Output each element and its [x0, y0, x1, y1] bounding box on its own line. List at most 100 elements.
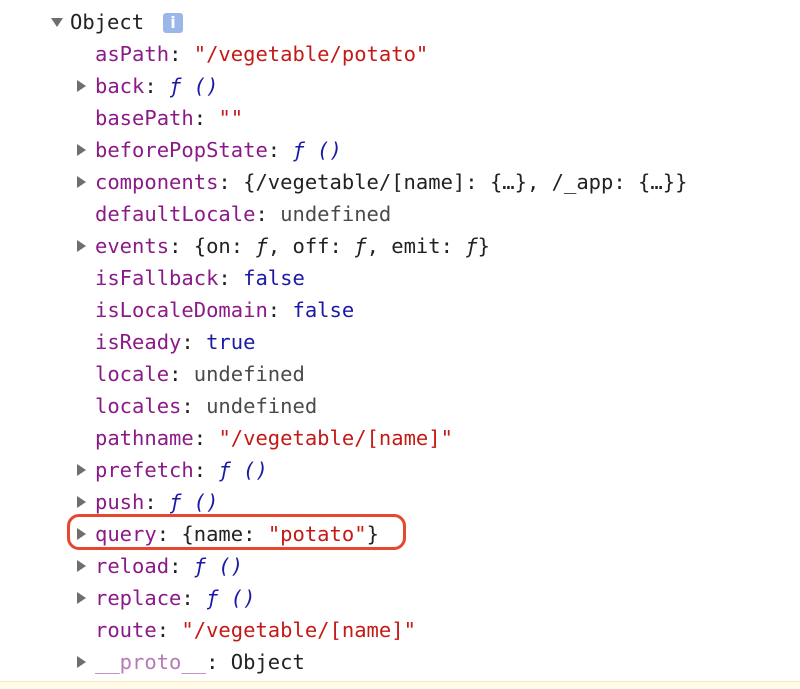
- property-row-events[interactable]: events: {on: ƒ, off: ƒ, emit: ƒ}: [0, 230, 800, 262]
- object-root-row[interactable]: Object i: [0, 6, 800, 38]
- property-content: asPath: "/vegetable/potato": [95, 38, 428, 70]
- property-separator: :: [169, 234, 194, 258]
- property-content: locale: undefined: [95, 358, 305, 390]
- property-key: prefetch: [95, 458, 194, 482]
- property-value: "/vegetable/potato": [193, 42, 429, 66]
- property-separator: :: [156, 618, 182, 642]
- property-row-locale: locale: undefined: [0, 358, 800, 390]
- object-root-label: Object: [70, 10, 145, 34]
- property-content: route: "/vegetable/[name]": [95, 614, 416, 646]
- property-value: false: [292, 298, 355, 322]
- expand-triangle-right-icon[interactable]: [77, 464, 86, 476]
- property-value-part: ƒ: [255, 234, 268, 258]
- property-row-proto[interactable]: __proto__: Object: [0, 646, 800, 678]
- property-key: asPath: [95, 42, 170, 66]
- property-row-aspath: asPath: "/vegetable/potato": [0, 38, 800, 70]
- property-separator: :: [193, 426, 219, 450]
- property-separator: :: [181, 330, 207, 354]
- property-value: ƒ (): [193, 554, 244, 578]
- property-value-part: {on:: [193, 234, 256, 258]
- property-separator: :: [255, 202, 281, 226]
- highlight-annotation-box: [67, 514, 406, 550]
- property-content: back: ƒ (): [95, 70, 218, 102]
- property-key: pathname: [95, 426, 194, 450]
- expand-triangle-right-icon[interactable]: [77, 592, 86, 604]
- expand-triangle-right-icon[interactable]: [77, 240, 86, 252]
- property-value: ƒ (): [292, 138, 342, 162]
- property-row-back[interactable]: back: ƒ (): [0, 70, 800, 102]
- property-row-reload[interactable]: reload: ƒ (): [0, 550, 800, 582]
- property-value-part: ƒ: [465, 234, 478, 258]
- property-key: __proto__: [95, 650, 207, 674]
- property-row-pathname: pathname: "/vegetable/[name]": [0, 422, 800, 454]
- property-value-part: {/vegetable/[name]: {…}, /_app: {…}}: [243, 170, 688, 194]
- property-value: true: [206, 330, 256, 354]
- property-value: false: [243, 266, 305, 290]
- property-content: reload: ƒ (): [95, 550, 243, 582]
- property-key: basePath: [95, 106, 194, 130]
- expand-triangle-right-icon[interactable]: [77, 656, 86, 668]
- property-row-locales: locales: undefined: [0, 390, 800, 422]
- property-separator: :: [218, 266, 244, 290]
- property-content: isLocaleDomain: false: [95, 294, 354, 326]
- expand-triangle-right-icon[interactable]: [77, 144, 86, 156]
- property-value: undefined: [280, 202, 392, 226]
- property-key: isReady: [95, 330, 182, 354]
- expand-triangle-right-icon[interactable]: [77, 80, 86, 92]
- property-separator: :: [144, 490, 170, 514]
- property-value: "": [218, 106, 244, 130]
- expand-triangle-down-icon[interactable]: [51, 18, 63, 27]
- property-value: ƒ (): [206, 586, 256, 610]
- property-content: basePath: "": [95, 102, 243, 134]
- property-key: events: [95, 234, 170, 258]
- property-key: isFallback: [95, 266, 219, 290]
- property-value-part: , off:: [267, 234, 355, 258]
- property-value: ƒ (): [169, 490, 219, 514]
- expand-triangle-right-icon[interactable]: [77, 560, 86, 572]
- property-separator: :: [181, 394, 207, 418]
- property-value-part: ƒ: [354, 234, 367, 258]
- property-content: defaultLocale: undefined: [95, 198, 391, 230]
- property-key: beforePopState: [95, 138, 268, 162]
- property-key: defaultLocale: [95, 202, 256, 226]
- property-value: undefined: [193, 362, 305, 386]
- property-content: isFallback: false: [95, 262, 305, 294]
- property-separator: :: [206, 650, 231, 674]
- property-row-components[interactable]: components: {/vegetable/[name]: {…}, /_a…: [0, 166, 800, 198]
- property-separator: :: [144, 74, 170, 98]
- property-content: beforePopState: ƒ (): [95, 134, 342, 166]
- property-key: isLocaleDomain: [95, 298, 268, 322]
- property-separator: :: [267, 138, 293, 162]
- info-icon[interactable]: i: [163, 13, 183, 33]
- property-row-isready: isReady: true: [0, 326, 800, 358]
- property-separator: :: [169, 362, 194, 386]
- expand-triangle-right-icon[interactable]: [77, 496, 86, 508]
- property-separator: :: [169, 42, 194, 66]
- property-separator: :: [193, 106, 219, 130]
- property-value: "/vegetable/[name]": [218, 426, 453, 450]
- property-row-beforepopstate[interactable]: beforePopState: ƒ (): [0, 134, 800, 166]
- property-separator: :: [267, 298, 293, 322]
- property-key: replace: [95, 586, 182, 610]
- property-content: events: {on: ƒ, off: ƒ, emit: ƒ}: [95, 230, 490, 262]
- property-separator: :: [218, 170, 244, 194]
- property-content: isReady: true: [95, 326, 255, 358]
- property-value-part: }: [477, 234, 490, 258]
- property-key: route: [95, 618, 157, 642]
- property-row-prefetch[interactable]: prefetch: ƒ (): [0, 454, 800, 486]
- expand-triangle-right-icon[interactable]: [77, 176, 86, 188]
- property-row-route: route: "/vegetable/[name]": [0, 614, 800, 646]
- property-content: replace: ƒ (): [95, 582, 255, 614]
- property-row-replace[interactable]: replace: ƒ (): [0, 582, 800, 614]
- property-separator: :: [169, 554, 194, 578]
- property-value-part: , emit:: [366, 234, 466, 258]
- property-row-isfallback: isFallback: false: [0, 262, 800, 294]
- property-row-defaultlocale: defaultLocale: undefined: [0, 198, 800, 230]
- property-content: locales: undefined: [95, 390, 317, 422]
- property-value: ƒ (): [218, 458, 268, 482]
- property-content: __proto__: Object: [95, 646, 305, 678]
- property-content: pathname: "/vegetable/[name]": [95, 422, 453, 454]
- property-key: components: [95, 170, 219, 194]
- property-separator: :: [181, 586, 207, 610]
- property-key: locales: [95, 394, 182, 418]
